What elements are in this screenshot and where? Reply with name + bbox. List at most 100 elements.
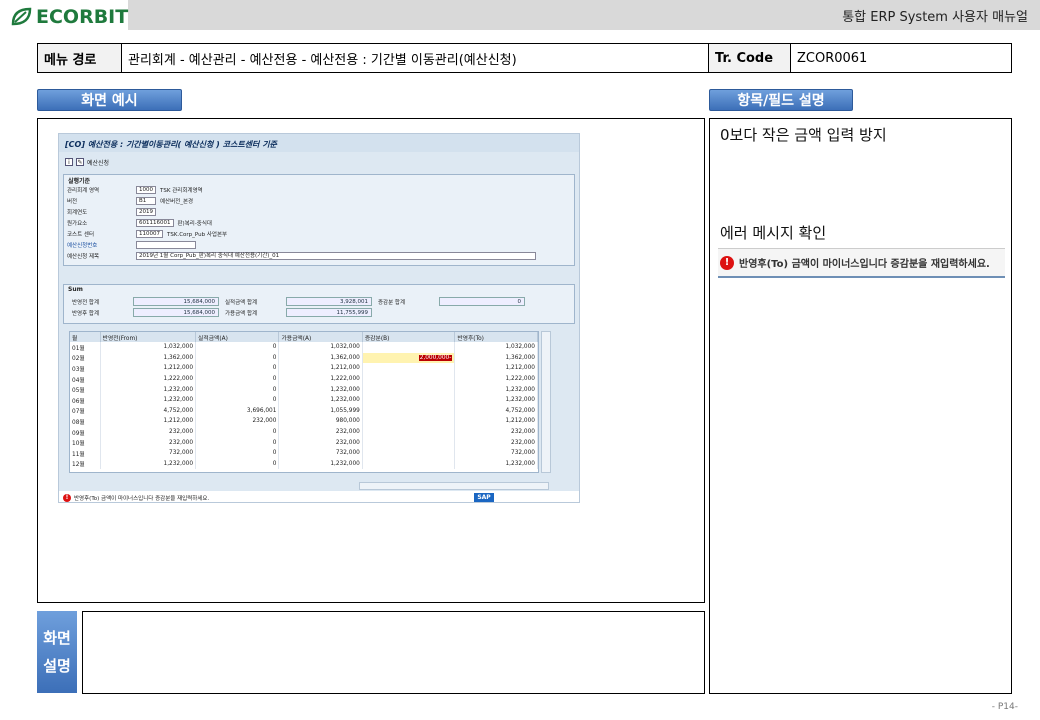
amount-cell[interactable]: [362, 416, 456, 427]
field-description-box: [709, 118, 1012, 694]
table-row: 07월 4,752,000 3,696,001 1,055,999 4,752,000: [70, 405, 538, 417]
amount-cell[interactable]: [362, 394, 456, 406]
condition-field-desc: 예산버전_본경: [160, 199, 194, 205]
condition-field-label: 버전: [67, 199, 78, 205]
amount-cell[interactable]: [362, 373, 456, 385]
condition-field-desc: 판)복리-중식대: [177, 221, 213, 227]
amount-cell[interactable]: [362, 426, 456, 438]
amount-cell: 1,362,000: [100, 352, 197, 364]
condition-field-value[interactable]: 110007: [136, 230, 163, 238]
amount-cell: 732,000: [278, 447, 363, 459]
month-cell: 01월: [70, 342, 101, 353]
amount-cell[interactable]: [362, 405, 456, 417]
amount-cell[interactable]: [362, 363, 456, 374]
sap-status-bar: ! 반영후(To) 금액이 마이너스입니다 증감분을 재입력하세요.: [59, 491, 579, 502]
sum-actual-value: 3,928,001: [286, 297, 372, 306]
amount-cell: 0: [195, 352, 280, 364]
table-row: 10월 232,000 0 232,000 232,000: [70, 437, 538, 448]
desc-label-line2: 설명: [43, 657, 71, 675]
amount-cell: 0: [195, 342, 280, 353]
grid-horizontal-scrollbar[interactable]: [359, 482, 549, 490]
change-input-error[interactable]: 2,000,000-: [418, 354, 453, 361]
note-negative-prevention: 0보다 작은 금액 입력 방지: [720, 126, 887, 144]
amount-cell: 0: [195, 458, 280, 470]
brand-name: ECORBIT: [36, 6, 129, 28]
condition-field-value[interactable]: 2019: [136, 208, 156, 216]
sap-title: [CO] 예산전용 : 기간별이동관리( 예산신청 ) 코스트센터 기준: [59, 134, 579, 152]
grid-column-header[interactable]: 반영후(To): [454, 332, 538, 342]
month-cell: 05월: [70, 384, 101, 395]
sum-group: Sum 반영전 합계 15,684,000 실적금액 합계 3,928,001 …: [63, 284, 575, 324]
amount-cell: 1,232,000: [100, 394, 197, 406]
ecorbit-logo: ECORBIT: [10, 6, 128, 28]
amount-cell: 4,752,000: [100, 405, 197, 417]
sum-actual-label: 실적금액 합계: [225, 299, 258, 306]
month-cell: 08월: [70, 416, 101, 427]
amount-cell: 0: [195, 394, 280, 406]
request-icon[interactable]: ✎: [76, 158, 84, 166]
amount-cell: 1,222,000: [278, 373, 363, 385]
condition-field-label: 코스트 센터: [67, 232, 95, 238]
grid-column-header[interactable]: 월: [70, 332, 101, 342]
amount-cell[interactable]: [362, 384, 456, 395]
table-row: 04월 1,222,000 0 1,222,000 1,222,000: [70, 373, 538, 385]
info-icon[interactable]: i: [65, 158, 73, 166]
amount-cell[interactable]: [362, 342, 456, 353]
month-cell: 07월: [70, 405, 101, 417]
amount-cell[interactable]: [362, 437, 456, 448]
error-message-zoom: ! 반영후(To) 금액이 마이너스입니다 증감분을 재입력하세요.: [718, 248, 1005, 278]
amount-cell[interactable]: [362, 447, 456, 459]
condition-field-label: 예산신청 제목: [67, 254, 100, 260]
condition-field-desc: TSK.Corp_Pub 사업본부: [167, 232, 228, 238]
month-cell: 02월: [70, 352, 101, 364]
grid-vertical-scrollbar[interactable]: [541, 331, 551, 473]
sum-change-value: 0: [439, 297, 525, 306]
amount-cell: 0: [195, 363, 280, 374]
sum-before-value: 15,684,000: [133, 297, 219, 306]
request-button-label[interactable]: 예산신청: [87, 158, 109, 167]
grid-column-header[interactable]: 증감분(B): [362, 332, 456, 342]
amount-cell: 1,232,000: [278, 384, 363, 395]
tcode-value: ZCOR0061: [797, 50, 868, 66]
amount-cell: 1,232,000: [454, 384, 538, 395]
screen-example-tab: 화면 예시: [37, 89, 182, 111]
condition-field-value[interactable]: B1: [136, 197, 156, 205]
amount-cell: 1,212,000: [100, 416, 197, 427]
amount-cell: 1,232,000: [454, 458, 538, 470]
table-row: 01월 1,032,000 0 1,032,000 1,032,000: [70, 342, 538, 353]
amount-cell[interactable]: 2,000,000-: [362, 352, 456, 364]
amount-cell: 1,232,000: [100, 384, 197, 395]
sap-screenshot: [CO] 예산전용 : 기간별이동관리( 예산신청 ) 코스트센터 기준 i ✎…: [58, 133, 580, 503]
grid-header-row: 월 반영전(From) 실적금액(A) 가용금액(A) 증감분(B) 반영후(To): [70, 332, 538, 342]
table-row: 06월 1,232,000 0 1,232,000 1,232,000: [70, 394, 538, 406]
sap-toolbar: i ✎ 예산신청: [65, 156, 109, 168]
condition-field-row: 회계연도 2019: [67, 208, 160, 216]
sap-logo: SAP: [474, 493, 494, 502]
amount-cell: 0: [195, 447, 280, 459]
amount-cell: 1,232,000: [278, 458, 363, 470]
amount-cell: 1,212,000: [100, 363, 197, 374]
table-row: 09월 232,000 0 232,000 232,000: [70, 426, 538, 438]
field-description-tab: 항목/필드 설명: [709, 89, 853, 111]
amount-cell: 1,222,000: [100, 373, 197, 385]
condition-field-value[interactable]: 601116001: [136, 219, 174, 227]
month-cell: 03월: [70, 363, 101, 374]
table-row: 02월 1,362,000 0 1,362,000 2,000,000- 1,362,00…: [70, 352, 538, 364]
amount-cell: 1,032,000: [100, 342, 197, 353]
condition-field-value[interactable]: [136, 241, 196, 249]
leaf-icon: [11, 7, 32, 26]
screen-description-label: 화면 설명: [37, 611, 77, 693]
grid-column-header[interactable]: 실적금액(A): [195, 332, 280, 342]
amount-cell: 1,055,999: [278, 405, 363, 417]
condition-field-value[interactable]: 2019년 1월 Corp_Pub_판)복리 중식대 예산전용(기간)_01: [136, 252, 536, 260]
amount-cell: 1,232,000: [278, 394, 363, 406]
error-message-text: 반영후(To) 금액이 마이너스입니다 증감분을 재입력하세요.: [739, 259, 990, 270]
page-number: - P14-: [991, 702, 1018, 712]
amount-cell: 232,000: [454, 426, 538, 438]
amount-cell: 732,000: [100, 447, 197, 459]
grid-column-header[interactable]: 가용금액(A): [278, 332, 363, 342]
condition-field-value[interactable]: 1000: [136, 186, 156, 194]
amount-cell[interactable]: [362, 458, 456, 470]
grid-column-header[interactable]: 반영전(From): [100, 332, 197, 342]
amount-cell: 232,000: [100, 426, 197, 438]
